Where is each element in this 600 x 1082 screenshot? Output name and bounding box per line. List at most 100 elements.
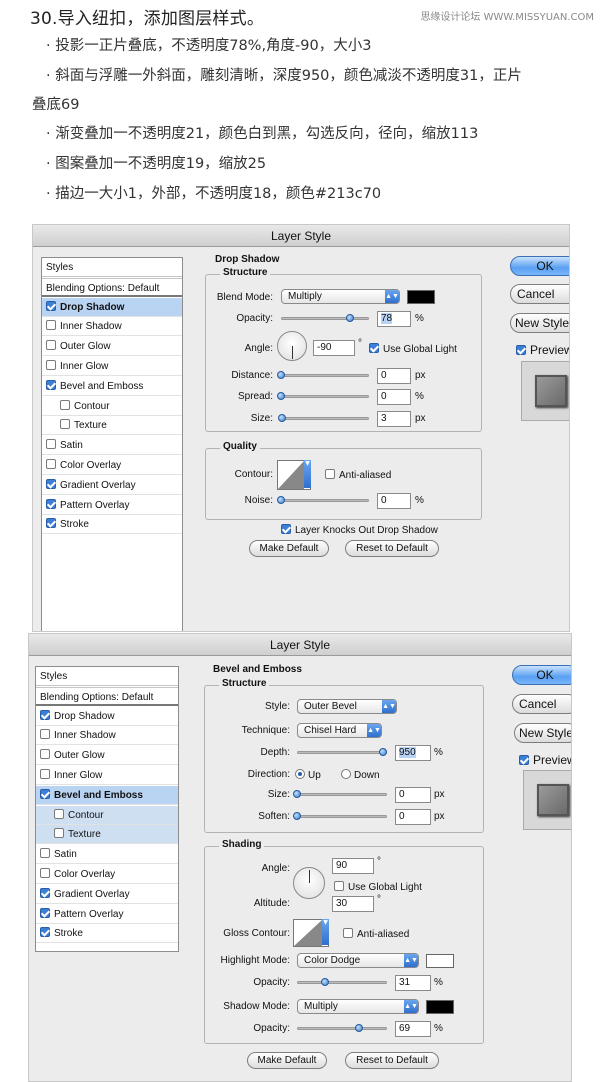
angle-input[interactable]: 90: [332, 858, 374, 874]
opacity-slider-thumb[interactable]: [345, 314, 354, 322]
checkbox-unchecked[interactable]: [343, 928, 353, 938]
direction-up-radio[interactable]: Up: [295, 769, 321, 781]
highlight-color-swatch[interactable]: [426, 954, 454, 968]
style-item-inner-shadow[interactable]: Inner Shadow: [36, 726, 178, 746]
shadow-color-swatch[interactable]: [426, 1000, 454, 1014]
size-slider[interactable]: [281, 417, 369, 420]
style-item-outer-glow[interactable]: Outer Glow: [42, 337, 182, 357]
checkbox-unchecked[interactable]: [54, 808, 64, 819]
shadow-mode-select[interactable]: Multiply ▲▼: [297, 999, 419, 1014]
highlight-opacity-slider-thumb[interactable]: [320, 978, 329, 986]
highlight-opacity-input[interactable]: 31: [395, 975, 431, 991]
angle-input[interactable]: -90: [313, 340, 355, 356]
checkbox-unchecked[interactable]: [54, 828, 64, 839]
checkbox-unchecked[interactable]: [40, 729, 50, 740]
soften-slider[interactable]: [297, 815, 387, 818]
new-style-button[interactable]: New Style...: [510, 313, 569, 333]
style-item-stroke[interactable]: Stroke: [42, 515, 182, 535]
distance-slider[interactable]: [281, 374, 369, 377]
checkbox-checked[interactable]: [40, 907, 50, 918]
checkbox-unchecked[interactable]: [334, 881, 344, 891]
make-default-button[interactable]: Make Default: [249, 540, 329, 557]
distance-input[interactable]: 0: [377, 368, 411, 384]
checkbox-checked[interactable]: [519, 755, 529, 765]
radio-selected[interactable]: [295, 769, 305, 779]
size-input[interactable]: 3: [377, 411, 411, 427]
cancel-button[interactable]: Cancel: [510, 284, 569, 304]
checkbox-unchecked[interactable]: [60, 419, 70, 430]
shadow-color-swatch[interactable]: [407, 290, 435, 304]
radio-unselected[interactable]: [341, 769, 351, 779]
checkbox-checked[interactable]: [516, 345, 526, 355]
style-item-pattern-overlay[interactable]: Pattern Overlay: [42, 496, 182, 515]
style-item-inner-glow[interactable]: Inner Glow: [36, 766, 178, 785]
depth-slider[interactable]: [297, 751, 387, 754]
shadow-opacity-input[interactable]: 69: [395, 1021, 431, 1037]
style-item-satin[interactable]: Satin: [36, 845, 178, 865]
style-item-texture[interactable]: Texture: [36, 825, 178, 845]
checkbox-unchecked[interactable]: [46, 439, 56, 450]
spread-slider-thumb[interactable]: [277, 392, 285, 400]
style-item-bevel-and-emboss[interactable]: Bevel and Emboss: [36, 785, 178, 805]
size-slider[interactable]: [297, 793, 387, 796]
highlight-opacity-slider[interactable]: [297, 981, 387, 984]
opacity-input[interactable]: 78: [377, 311, 411, 327]
style-item-gradient-overlay[interactable]: Gradient Overlay: [36, 885, 178, 904]
opacity-slider[interactable]: [281, 317, 369, 320]
highlight-mode-select[interactable]: Color Dodge ▲▼: [297, 953, 419, 968]
checkbox-unchecked[interactable]: [46, 320, 56, 331]
preview-toggle[interactable]: Preview: [519, 753, 571, 767]
style-item-blending-options-default[interactable]: Blending Options: Default: [42, 277, 182, 297]
blend-mode-select[interactable]: Multiply ▲▼: [281, 289, 400, 304]
use-global-light-toggle[interactable]: Use Global Light: [369, 343, 457, 355]
soften-slider-thumb[interactable]: [293, 812, 301, 820]
depth-slider-thumb[interactable]: [378, 748, 387, 756]
noise-slider-thumb[interactable]: [277, 496, 285, 504]
checkbox-unchecked[interactable]: [46, 340, 56, 351]
anti-aliased-toggle[interactable]: Anti-aliased: [343, 928, 409, 940]
gloss-contour-picker[interactable]: ▼: [293, 919, 329, 947]
bevel-style-select[interactable]: Outer Bevel ▲▼: [297, 699, 397, 714]
checkbox-checked[interactable]: [40, 887, 50, 898]
checkbox-checked[interactable]: [46, 478, 56, 489]
size-slider-thumb[interactable]: [293, 790, 301, 798]
checkbox-unchecked[interactable]: [60, 399, 70, 410]
cancel-button[interactable]: Cancel: [512, 694, 571, 714]
checkbox-checked[interactable]: [40, 709, 50, 720]
checkbox-checked[interactable]: [40, 788, 50, 799]
contour-picker[interactable]: ▼: [277, 460, 311, 490]
soften-input[interactable]: 0: [395, 809, 431, 825]
style-item-pattern-overlay[interactable]: Pattern Overlay: [36, 905, 178, 924]
direction-down-radio[interactable]: Down: [341, 769, 380, 781]
checkbox-unchecked[interactable]: [40, 749, 50, 760]
style-item-texture[interactable]: Texture: [42, 416, 182, 436]
size-input[interactable]: 0: [395, 787, 431, 803]
style-item-contour[interactable]: Contour: [36, 805, 178, 825]
reset-to-default-button[interactable]: Reset to Default: [345, 540, 439, 557]
style-item-outer-glow[interactable]: Outer Glow: [36, 746, 178, 766]
checkbox-unchecked[interactable]: [40, 868, 50, 878]
style-item-contour[interactable]: Contour: [42, 397, 182, 416]
spread-slider[interactable]: [281, 395, 369, 398]
style-item-drop-shadow[interactable]: Drop Shadow: [42, 297, 182, 317]
style-item-color-overlay[interactable]: Color Overlay: [42, 456, 182, 475]
knocks-out-toggle[interactable]: Layer Knocks Out Drop Shadow: [281, 524, 438, 536]
style-item-satin[interactable]: Satin: [42, 436, 182, 456]
checkbox-checked[interactable]: [46, 379, 56, 390]
checkbox-checked[interactable]: [369, 343, 379, 353]
size-slider-thumb[interactable]: [278, 414, 286, 422]
ok-button[interactable]: OK: [510, 256, 569, 276]
depth-input[interactable]: 950: [395, 745, 431, 761]
style-item-drop-shadow[interactable]: Drop Shadow: [36, 707, 178, 726]
style-item-color-overlay[interactable]: Color Overlay: [36, 865, 178, 884]
checkbox-unchecked[interactable]: [46, 360, 56, 370]
checkbox-checked[interactable]: [281, 524, 291, 534]
checkbox-unchecked[interactable]: [40, 848, 50, 859]
spread-input[interactable]: 0: [377, 389, 411, 405]
style-item-inner-shadow[interactable]: Inner Shadow: [42, 317, 182, 337]
style-item-stroke[interactable]: Stroke: [36, 924, 178, 944]
technique-select[interactable]: Chisel Hard ▲▼: [297, 723, 382, 738]
use-global-light-toggle[interactable]: Use Global Light: [334, 881, 422, 893]
make-default-button[interactable]: Make Default: [247, 1052, 327, 1069]
checkbox-unchecked[interactable]: [40, 769, 50, 779]
